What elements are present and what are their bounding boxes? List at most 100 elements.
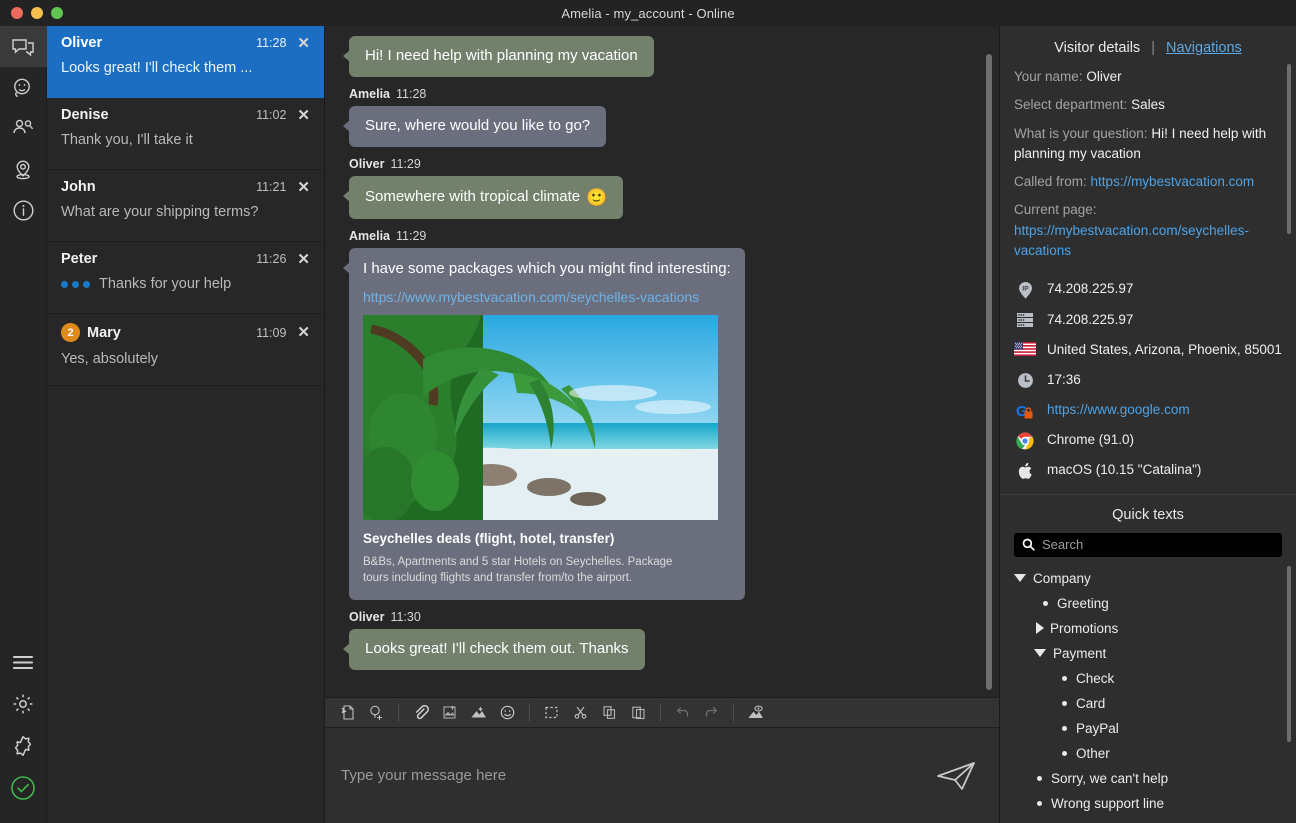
rail-item-info[interactable] xyxy=(0,190,47,231)
message-time: 11:28 xyxy=(396,87,426,101)
conversation-time: 11:26 xyxy=(256,252,286,266)
card-link[interactable]: https://www.mybestvacation.com/seychelle… xyxy=(363,289,731,307)
close-icon[interactable]: ✕ xyxy=(297,108,310,123)
tree-item-greeting[interactable]: Greeting xyxy=(1000,591,1296,616)
left-rail xyxy=(0,26,47,823)
tab-navigations[interactable]: Navigations xyxy=(1166,40,1242,56)
chat-scrollbar[interactable] xyxy=(986,54,992,690)
tree-item-other[interactable]: Other xyxy=(1000,741,1296,766)
message-meta: Oliver11:30 xyxy=(349,610,973,624)
tree-folder-payment[interactable]: Payment xyxy=(1000,641,1296,666)
tree-folder-promotions[interactable]: Promotions xyxy=(1000,616,1296,641)
meta-text-link[interactable]: https://www.google.com xyxy=(1047,401,1190,420)
minimize-window-button[interactable] xyxy=(31,7,43,19)
tree-item-sorry-we-cant-help[interactable]: Sorry, we can't help xyxy=(1000,766,1296,791)
rail-item-settings[interactable] xyxy=(0,683,47,725)
chevron-right-icon[interactable] xyxy=(1036,622,1044,634)
rail-item-extras[interactable] xyxy=(0,725,47,767)
rail-item-support[interactable] xyxy=(0,67,47,108)
rail-item-visitors[interactable] xyxy=(0,108,47,149)
close-icon[interactable]: ✕ xyxy=(297,180,310,195)
conversation-name: Denise xyxy=(61,107,109,123)
tree-item-card[interactable]: Card xyxy=(1000,691,1296,716)
chevron-down-icon[interactable] xyxy=(1034,649,1046,657)
undo-icon[interactable] xyxy=(670,700,695,725)
message-time: 11:29 xyxy=(390,157,420,171)
meta-text: United States, Arizona, Phoenix, 85001 xyxy=(1047,341,1282,360)
rail-item-menu[interactable] xyxy=(0,641,47,683)
paste-icon[interactable] xyxy=(626,700,651,725)
conversation-item-denise[interactable]: Denise 11:02 ✕ Thank you, I'll take it xyxy=(47,98,324,170)
tree-item-check[interactable]: Check xyxy=(1000,666,1296,691)
conversation-header: John 11:21 ✕ xyxy=(61,179,310,195)
field-value-link[interactable]: https://mybestvacation.com/seychelles-va… xyxy=(1014,223,1249,258)
conversation-name: Peter xyxy=(61,251,97,267)
select-region-icon[interactable] xyxy=(539,700,564,725)
send-image-icon[interactable] xyxy=(437,700,462,725)
conversation-list[interactable]: Oliver 11:28 ✕ Looks great! I'll check t… xyxy=(47,26,325,823)
conversation-time: 11:02 xyxy=(256,108,286,122)
visitor-details-scrollbar[interactable] xyxy=(1287,64,1291,234)
visitor-field-row: Select department: Sales xyxy=(1014,95,1282,115)
add-tag-icon[interactable] xyxy=(364,700,389,725)
rail-top-group xyxy=(0,26,46,231)
app-window: Amelia - my_account - Online xyxy=(0,0,1296,823)
server-icon xyxy=(1014,311,1036,328)
send-button[interactable] xyxy=(935,760,977,792)
maximize-window-button[interactable] xyxy=(51,7,63,19)
meta-row: Chrome (91.0) xyxy=(1014,431,1282,450)
conversation-item-oliver[interactable]: Oliver 11:28 ✕ Looks great! I'll check t… xyxy=(47,26,324,98)
ip-pin-icon: IP xyxy=(1014,280,1036,300)
emoji-icon[interactable] xyxy=(495,700,520,725)
card-image xyxy=(363,315,718,520)
search-input[interactable] xyxy=(1042,537,1274,552)
conversation-preview-row: Yes, absolutely xyxy=(61,351,310,367)
conversation-header: Denise 11:02 ✕ xyxy=(61,107,310,123)
window-title: Amelia - my_account - Online xyxy=(0,6,1296,21)
cut-icon[interactable] xyxy=(568,700,593,725)
close-icon[interactable]: ✕ xyxy=(297,252,310,267)
message-input[interactable] xyxy=(341,767,923,784)
rail-item-status-online[interactable] xyxy=(0,767,47,809)
conversation-item-peter[interactable]: Peter 11:26 ✕ Thanks for your help xyxy=(47,242,324,314)
quick-texts-title: Quick texts xyxy=(1000,495,1296,533)
clock-icon xyxy=(1014,371,1036,389)
compose-toolbar xyxy=(325,697,999,728)
visitor-fields: Your name: Oliver Select department: Sal… xyxy=(1000,67,1296,269)
new-note-icon[interactable] xyxy=(335,700,360,725)
bullet-icon xyxy=(1062,676,1067,681)
tree-item-wrong-support-line[interactable]: Wrong support line xyxy=(1000,791,1296,816)
quick-texts-scrollbar[interactable] xyxy=(1287,566,1291,742)
message-composer[interactable] xyxy=(325,728,999,823)
field-value: Sales xyxy=(1131,97,1165,112)
conversation-name: Oliver xyxy=(61,35,102,51)
message-bubble: Looks great! I'll check them out. Thanks xyxy=(349,629,645,670)
conversation-header: Peter 11:26 ✕ xyxy=(61,251,310,267)
title-bar: Amelia - my_account - Online xyxy=(0,0,1296,26)
copy-icon[interactable] xyxy=(597,700,622,725)
rail-item-locations[interactable] xyxy=(0,149,47,190)
chevron-down-icon[interactable] xyxy=(1014,574,1026,582)
tab-visitor-details[interactable]: Visitor details xyxy=(1054,40,1140,56)
rail-bottom-group xyxy=(0,641,46,823)
message-meta: Amelia11:28 xyxy=(349,87,973,101)
tree-item-paypal[interactable]: PayPal xyxy=(1000,716,1296,741)
close-icon[interactable]: ✕ xyxy=(297,36,310,51)
close-window-button[interactable] xyxy=(11,7,23,19)
redo-icon[interactable] xyxy=(699,700,724,725)
quick-texts-search[interactable] xyxy=(1014,533,1282,557)
attach-file-icon[interactable] xyxy=(408,700,433,725)
insert-picture-icon[interactable] xyxy=(466,700,491,725)
close-icon[interactable]: ✕ xyxy=(297,325,310,340)
conversation-preview-row: Looks great! I'll check them ... xyxy=(61,60,310,76)
tree-folder-company[interactable]: Company xyxy=(1000,566,1296,591)
message-bubble-with-card: I have some packages which you might fin… xyxy=(349,248,745,600)
conversation-name: Mary xyxy=(87,325,121,341)
toolbar-separator xyxy=(529,703,530,722)
conversation-item-john[interactable]: John 11:21 ✕ What are your shipping term… xyxy=(47,170,324,242)
preview-image-icon[interactable] xyxy=(743,700,768,725)
rail-item-chats[interactable] xyxy=(0,26,47,67)
card-description: B&Bs, Apartments and 5 star Hotels on Se… xyxy=(363,554,693,586)
field-value-link[interactable]: https://mybestvacation.com xyxy=(1091,174,1255,189)
conversation-item-mary[interactable]: 2 Mary 11:09 ✕ Yes, absolutely xyxy=(47,314,324,386)
